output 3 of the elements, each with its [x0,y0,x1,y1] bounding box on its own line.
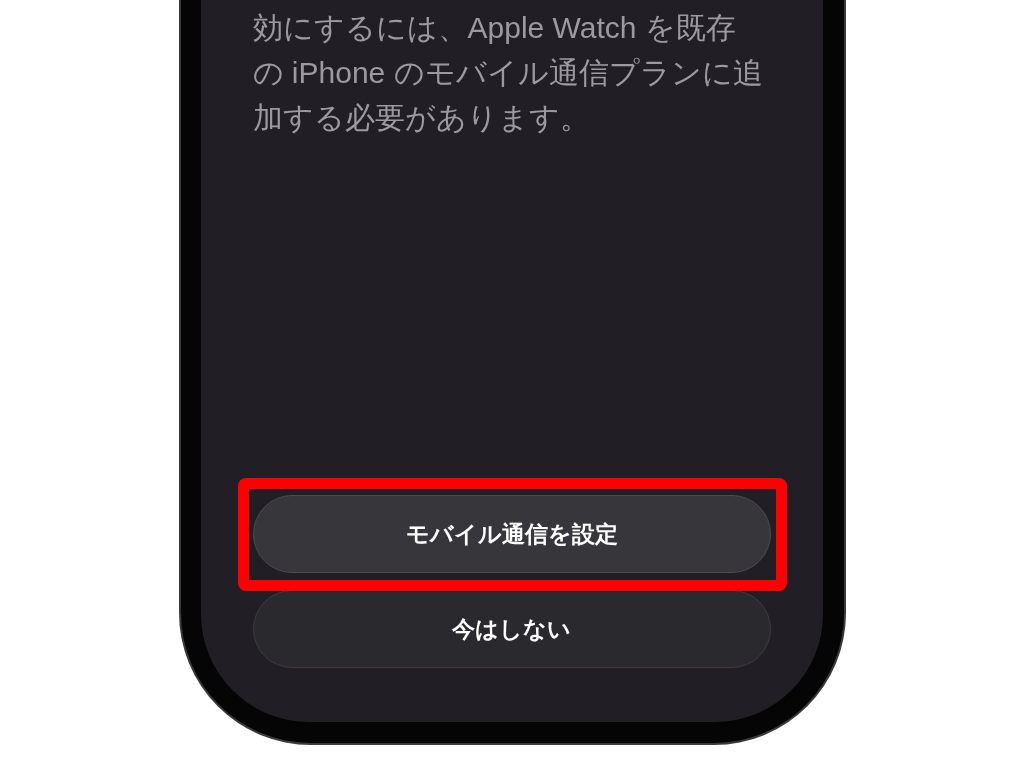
message-text: 効にするには、Apple Watch を既存 の iPhone のモバイル通信プランに追 加する必要があります。 [252,10,763,136]
setup-button[interactable]: モバイル通信を設定 [252,495,771,573]
not-now-button[interactable]: 今はしない [252,590,771,668]
